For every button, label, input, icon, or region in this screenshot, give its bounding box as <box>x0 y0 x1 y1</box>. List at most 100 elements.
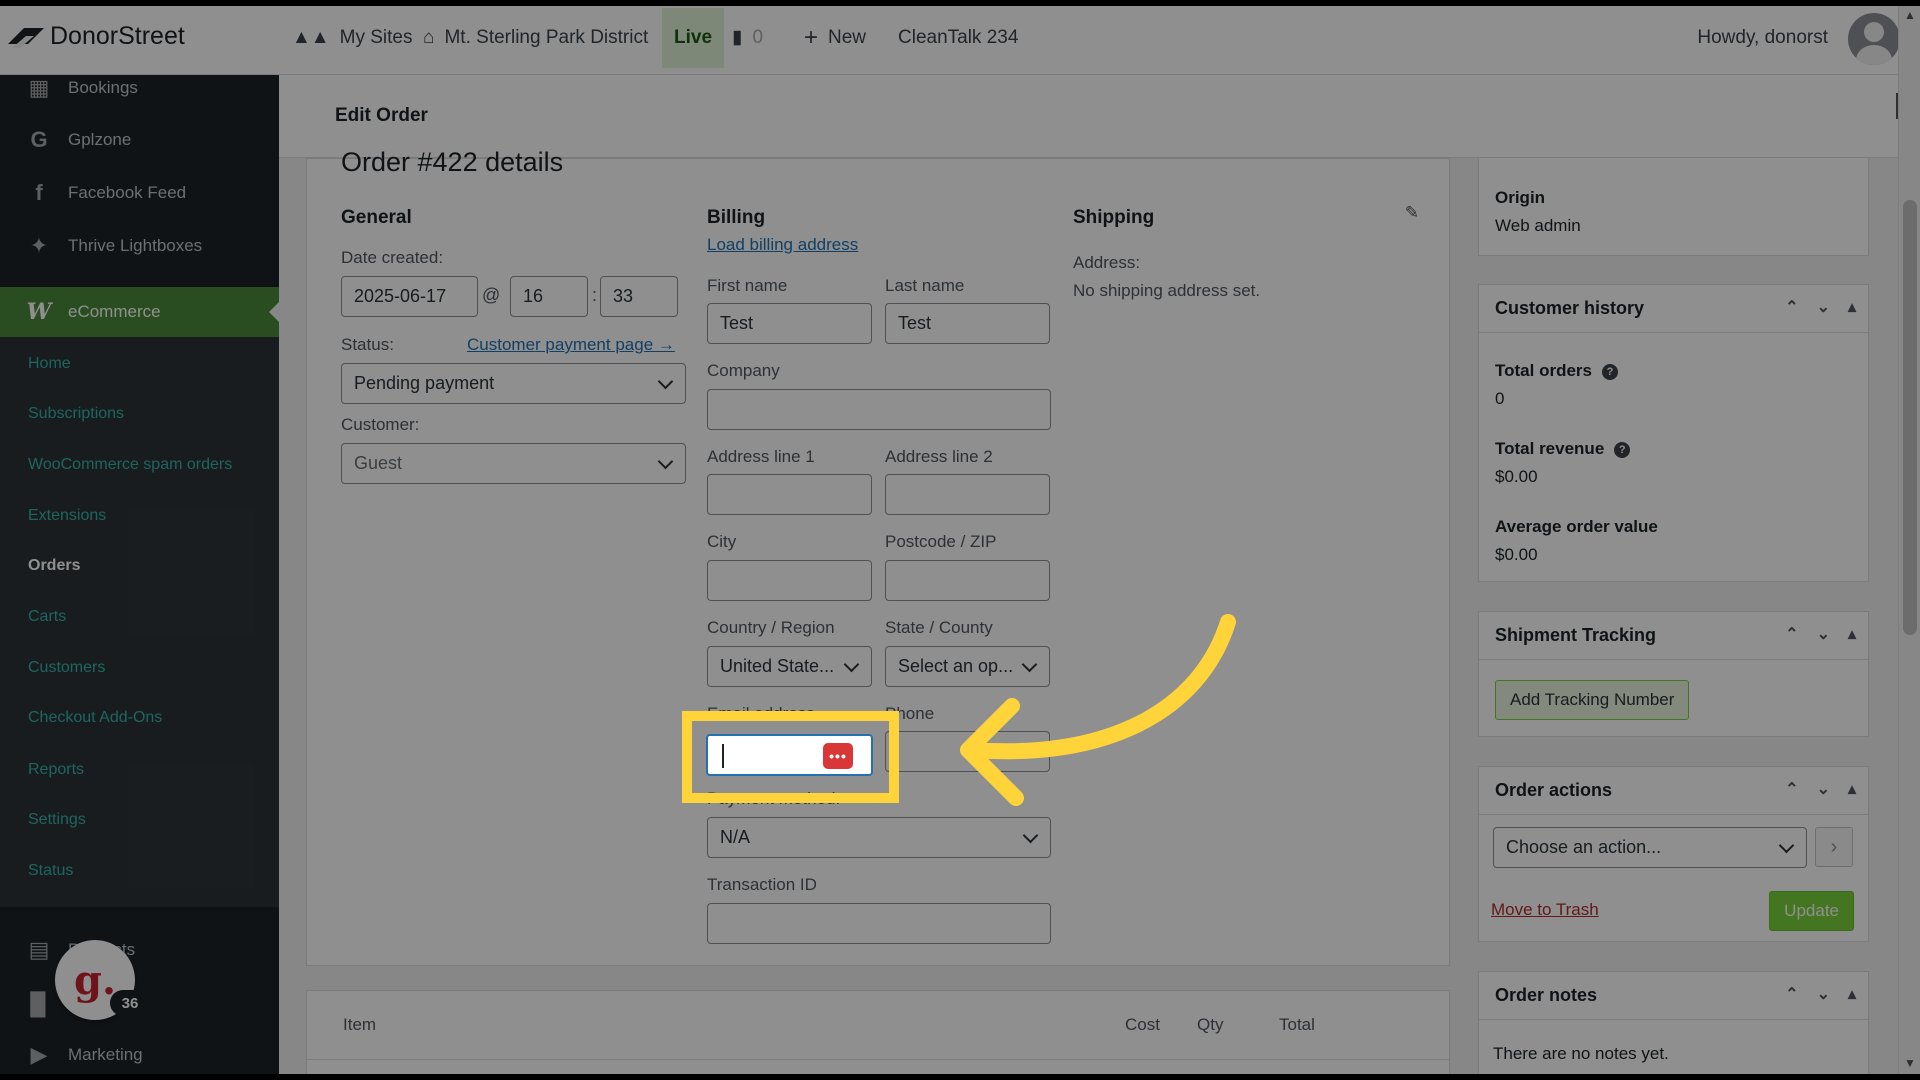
my-sites-menu[interactable]: ▲▲ My Sites <box>292 0 412 75</box>
at-separator: @ <box>482 285 501 305</box>
column-header-item: Item <box>343 1015 377 1034</box>
scroll-up-icon[interactable]: ▲ <box>1904 8 1916 22</box>
email-field[interactable]: ••• <box>706 734 873 776</box>
collapse-icon[interactable]: ▴ <box>1848 984 1856 1004</box>
company-field[interactable] <box>707 389 1051 430</box>
submenu-home[interactable]: Home <box>28 355 71 373</box>
collapse-icon[interactable]: ▴ <box>1848 297 1856 317</box>
first-name-field[interactable]: Test <box>707 303 872 344</box>
minute-field[interactable]: 33 <box>600 276 678 317</box>
cleantalk-menu[interactable]: CleanTalk 234 <box>898 0 1018 75</box>
move-up-icon[interactable]: ⌃ <box>1785 779 1798 799</box>
order-notes-empty: There are no notes yet. <box>1493 1044 1669 1063</box>
add-tracking-number-button[interactable]: Add Tracking Number <box>1495 680 1690 720</box>
sidebar-item-marketing[interactable]: ▶ Marketing <box>0 1030 279 1080</box>
update-button[interactable]: Update <box>1769 891 1854 931</box>
live-badge[interactable]: Live <box>662 8 725 68</box>
country-label: Country / Region <box>707 618 835 637</box>
sidebar-item-gplzone[interactable]: G Gplzone <box>0 115 279 165</box>
customer-history-header[interactable]: Customer history ⌃ ⌄ ▴ <box>1479 285 1868 333</box>
submenu-checkout-add-ons[interactable]: Checkout Add-Ons <box>28 709 162 727</box>
screen: DonorStreet ▲▲ My Sites ⌂ Mt. Sterling P… <box>0 0 1920 1080</box>
collapse-icon[interactable]: ▴ <box>1848 779 1856 799</box>
g-widget-count-badge: 36 <box>110 990 150 1016</box>
move-down-icon[interactable]: ⌄ <box>1817 297 1830 317</box>
order-action-select[interactable]: Choose an action... <box>1493 827 1807 868</box>
new-menu[interactable]: + New <box>804 0 866 75</box>
sidebar-item-thrive-lightboxes[interactable]: ✦ Thrive Lightboxes <box>0 221 279 271</box>
last-name-field[interactable]: Test <box>885 303 1050 344</box>
transaction-id-field[interactable] <box>707 903 1051 944</box>
total-revenue-value: $0.00 <box>1495 467 1538 486</box>
address-line-1-field[interactable] <box>707 474 872 515</box>
move-to-trash-link[interactable]: Move to Trash <box>1491 900 1599 920</box>
tutorial-pointer-arrow <box>960 614 1236 806</box>
hour-field[interactable]: 16 <box>510 276 588 317</box>
submenu-carts[interactable]: Carts <box>28 608 66 626</box>
move-up-icon[interactable]: ⌃ <box>1785 624 1798 644</box>
bar-chart-icon: ▉ <box>30 992 48 1017</box>
collapse-icon[interactable]: ▴ <box>1848 624 1856 644</box>
date-created-label: Date created: <box>341 248 444 267</box>
home-icon: ⌂ <box>423 26 435 48</box>
scrollbar-thumb[interactable] <box>1903 200 1917 635</box>
submenu-reports[interactable]: Reports <box>28 761 84 779</box>
customer-payment-page-link[interactable]: Customer payment page → <box>467 335 675 355</box>
customer-select[interactable]: Guest <box>341 443 686 484</box>
column-header-total: Total <box>1279 1015 1315 1034</box>
submenu-extensions[interactable]: Extensions <box>28 507 106 525</box>
sidebar-item-ecommerce[interactable]: W eCommerce <box>0 287 279 337</box>
city-label: City <box>707 532 737 551</box>
company-label: Company <box>707 361 780 380</box>
apply-action-button[interactable]: › <box>1815 827 1853 867</box>
pencil-icon[interactable]: ✎ <box>1405 203 1419 223</box>
table-divider <box>307 1059 1449 1060</box>
frame-edge-bottom <box>0 1074 1920 1080</box>
billing-title: Billing <box>707 207 766 228</box>
order-actions-header[interactable]: Order actions ⌃ ⌄ ▴ <box>1479 767 1868 815</box>
woo-icon: W <box>26 299 52 325</box>
customer-history-title: Customer history <box>1495 298 1645 318</box>
scroll-down-icon[interactable]: ▼ <box>1904 1056 1916 1070</box>
order-notes-header[interactable]: Order notes ⌃ ⌄ ▴ <box>1479 972 1868 1020</box>
user-menu[interactable]: Howdy, donorst <box>1697 0 1828 75</box>
submenu-spam-orders[interactable]: WooCommerce spam orders <box>28 456 232 474</box>
status-select[interactable]: Pending payment <box>341 363 686 404</box>
submenu-settings[interactable]: Settings <box>28 811 86 829</box>
sidebar-item-label: Thrive Lightboxes <box>68 236 203 255</box>
country-select[interactable]: United State... <box>707 646 872 687</box>
submenu-customers[interactable]: Customers <box>28 659 105 677</box>
order-notes-title: Order notes <box>1495 985 1598 1005</box>
password-manager-icon[interactable]: ••• <box>823 743 853 769</box>
date-created-field[interactable]: 2025-06-17 <box>341 276 478 317</box>
brand-logo[interactable]: DonorStreet <box>6 22 185 51</box>
submenu-status[interactable]: Status <box>28 862 73 880</box>
help-icon[interactable]: ? <box>1601 363 1618 380</box>
new-label: New <box>828 26 867 48</box>
load-billing-address-link[interactable]: Load billing address <box>707 235 858 255</box>
order-actions-box: Order actions ⌃ ⌄ ▴ Choose an action... … <box>1478 766 1869 942</box>
move-down-icon[interactable]: ⌄ <box>1817 624 1830 644</box>
submenu-orders[interactable]: Orders <box>28 557 80 575</box>
avatar[interactable] <box>1848 13 1900 65</box>
column-header-qty: Qty <box>1197 1015 1224 1034</box>
submenu-subscriptions[interactable]: Subscriptions <box>28 405 124 423</box>
site-name-menu[interactable]: ⌂ Mt. Sterling Park District <box>423 0 648 75</box>
sidebar-item-products[interactable]: ▤ Products <box>0 925 279 975</box>
address-line-2-field[interactable] <box>885 474 1050 515</box>
move-up-icon[interactable]: ⌃ <box>1785 984 1798 1004</box>
help-icon[interactable]: ? <box>1614 441 1631 458</box>
page-scrollbar[interactable]: ▲ ▼ <box>1898 0 1920 1080</box>
sidebar-item-bookings[interactable]: ▦ Bookings <box>0 63 279 113</box>
move-up-icon[interactable]: ⌃ <box>1785 297 1798 317</box>
total-orders-label-text: Total orders <box>1495 361 1592 380</box>
comments-menu[interactable]: ▮ 0 <box>732 0 763 75</box>
origin-value: Web admin <box>1495 216 1581 235</box>
postcode-field[interactable] <box>885 560 1050 601</box>
sidebar-item-facebook-feed[interactable]: f Facebook Feed <box>0 168 279 218</box>
shipment-tracking-header[interactable]: Shipment Tracking ⌃ ⌄ ▴ <box>1479 612 1868 660</box>
move-down-icon[interactable]: ⌄ <box>1817 779 1830 799</box>
sidebar-item-label: Gplzone <box>68 130 132 149</box>
city-field[interactable] <box>707 560 872 601</box>
move-down-icon[interactable]: ⌄ <box>1817 984 1830 1004</box>
